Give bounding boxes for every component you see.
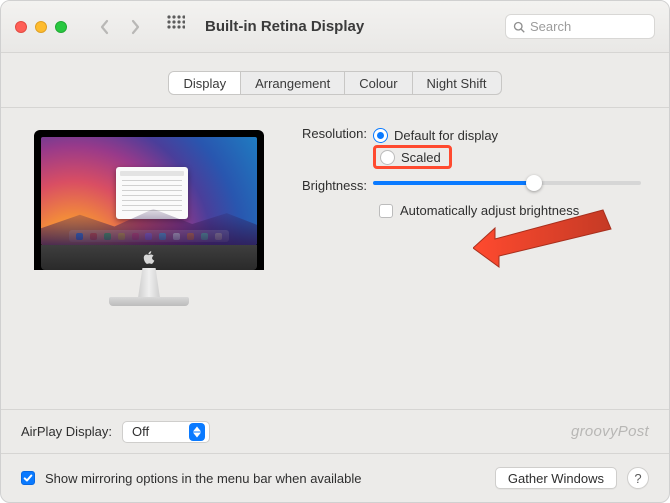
annotation-highlight: Scaled bbox=[373, 145, 452, 169]
gather-windows-button[interactable]: Gather Windows bbox=[495, 467, 617, 489]
main-content: Resolution: Default for display Scaled bbox=[1, 108, 669, 428]
apple-logo-icon bbox=[143, 251, 155, 265]
back-button[interactable] bbox=[99, 19, 111, 35]
help-button[interactable]: ? bbox=[627, 467, 649, 489]
wallpaper-icon bbox=[41, 137, 257, 245]
dock-icon bbox=[69, 230, 229, 242]
resolution-default-label: Default for display bbox=[394, 128, 498, 143]
tab-display[interactable]: Display bbox=[169, 72, 241, 94]
show-all-button[interactable] bbox=[167, 15, 197, 38]
mini-window-icon bbox=[116, 167, 188, 219]
brightness-label: Brightness: bbox=[291, 176, 373, 193]
airplay-row: AirPlay Display: Off groovyPost bbox=[1, 409, 669, 453]
display-preview bbox=[29, 130, 269, 355]
imac-screen-icon bbox=[34, 130, 264, 270]
auto-brightness-checkbox[interactable] bbox=[379, 204, 393, 218]
watermark: groovyPost bbox=[571, 423, 649, 440]
search-icon bbox=[513, 21, 525, 33]
minimize-icon[interactable] bbox=[35, 21, 47, 33]
forward-button[interactable] bbox=[129, 19, 141, 35]
zoom-icon[interactable] bbox=[55, 21, 67, 33]
controls: Resolution: Default for display Scaled bbox=[291, 124, 641, 218]
prefs-window: Built-in Retina Display Search Display A… bbox=[0, 0, 670, 503]
nav-arrows bbox=[99, 19, 141, 35]
footer-row: Show mirroring options in the menu bar w… bbox=[1, 453, 669, 502]
resolution-scaled-label: Scaled bbox=[401, 150, 441, 165]
search-input[interactable]: Search bbox=[505, 14, 655, 39]
resolution-scaled-radio[interactable] bbox=[380, 150, 395, 165]
auto-brightness-label: Automatically adjust brightness bbox=[400, 203, 579, 218]
brightness-slider[interactable] bbox=[373, 181, 641, 185]
tab-night-shift[interactable]: Night Shift bbox=[413, 72, 501, 94]
tab-colour[interactable]: Colour bbox=[345, 72, 412, 94]
tab-bar: Display Arrangement Colour Night Shift bbox=[1, 53, 669, 101]
traffic-lights bbox=[15, 21, 67, 33]
resolution-default-radio[interactable] bbox=[373, 128, 388, 143]
airplay-select[interactable]: Off bbox=[122, 421, 210, 443]
resolution-label: Resolution: bbox=[291, 124, 373, 141]
mirroring-label: Show mirroring options in the menu bar w… bbox=[45, 471, 362, 486]
close-icon[interactable] bbox=[15, 21, 27, 33]
search-placeholder: Search bbox=[530, 19, 571, 34]
window-title: Built-in Retina Display bbox=[205, 18, 364, 35]
titlebar: Built-in Retina Display Search bbox=[1, 1, 669, 53]
chevron-up-down-icon bbox=[189, 423, 205, 441]
brightness-thumb[interactable] bbox=[526, 175, 542, 191]
tab-arrangement[interactable]: Arrangement bbox=[241, 72, 345, 94]
imac-stand-icon bbox=[121, 268, 177, 312]
mirroring-checkbox[interactable] bbox=[21, 471, 35, 485]
airplay-label: AirPlay Display: bbox=[21, 424, 112, 439]
airplay-value: Off bbox=[132, 424, 149, 439]
